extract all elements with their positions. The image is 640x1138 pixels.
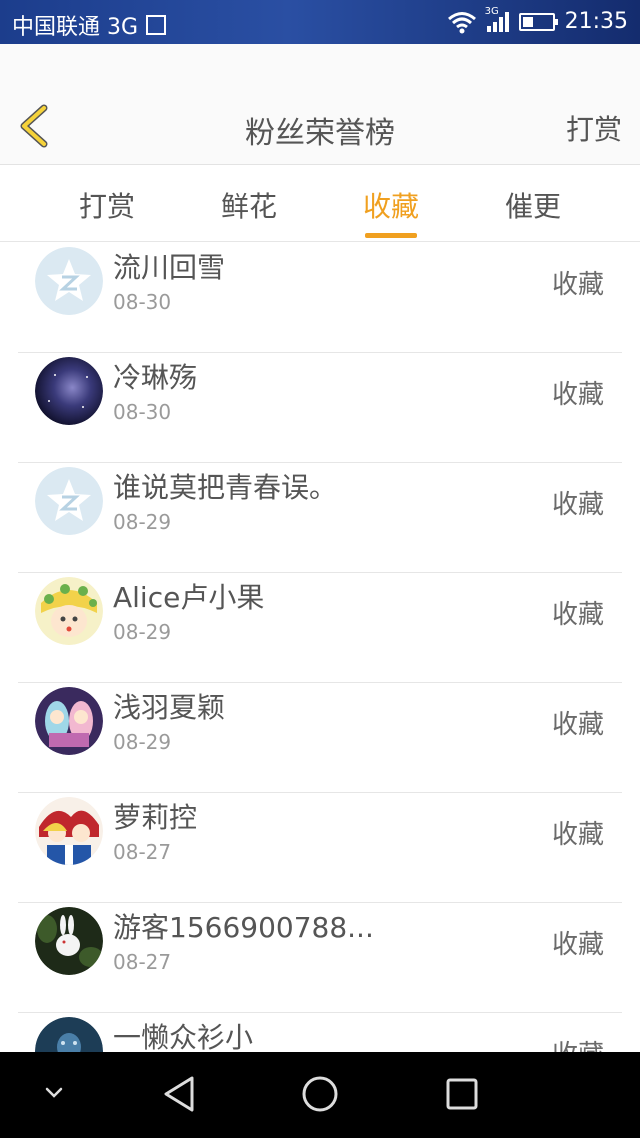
action-label: 收藏 xyxy=(551,380,604,410)
list-item[interactable]: 冷琳殇 08-30 收藏 xyxy=(18,352,622,463)
user-name: 浅羽夏颖 xyxy=(113,691,226,724)
dark-blue-avatar-icon xyxy=(35,1017,103,1052)
tab-favorites[interactable]: 收藏 xyxy=(331,185,451,238)
avatar[interactable] xyxy=(35,247,103,315)
page-title: 粉丝荣誉榜 xyxy=(245,116,395,151)
galaxy-avatar-icon xyxy=(35,357,103,425)
tab-flowers[interactable]: 鲜花 xyxy=(189,185,309,225)
app-header: 粉丝荣誉榜 打赏 xyxy=(0,44,640,165)
action-label: 收藏 xyxy=(551,930,604,960)
battery-icon xyxy=(518,12,558,31)
home-circle-icon[interactable] xyxy=(300,1072,340,1116)
list-item[interactable]: 一懒众衫小 收藏 xyxy=(18,1012,622,1052)
user-name: 一懒众衫小 xyxy=(113,1021,254,1052)
avatar[interactable] xyxy=(35,357,103,425)
status-right: 3G 21:35 xyxy=(447,6,628,34)
chevron-down-icon[interactable] xyxy=(42,1082,66,1102)
tab-urge-update[interactable]: 催更 xyxy=(473,185,593,225)
list-item[interactable]: 游客1566900788... 08-27 收藏 xyxy=(18,902,622,1013)
action-label: 收藏 xyxy=(551,490,604,520)
list-item[interactable]: 浅羽夏颖 08-29 收藏 xyxy=(18,682,622,793)
user-name: 萝莉控 xyxy=(113,801,198,834)
avatar[interactable] xyxy=(35,797,103,865)
qq-default-avatar-icon xyxy=(35,467,103,535)
clock: 21:35 xyxy=(564,9,628,34)
avatar[interactable] xyxy=(35,577,103,645)
avatar[interactable] xyxy=(35,687,103,755)
action-date: 08-29 xyxy=(113,620,172,644)
user-name: 谁说莫把青春误。 xyxy=(113,471,338,504)
system-nav-bar xyxy=(0,1052,640,1138)
list-item[interactable]: 流川回雪 08-30 收藏 xyxy=(18,242,622,353)
status-bar: 中国联通 3G 3G 21:35 xyxy=(0,0,640,44)
action-date: 08-29 xyxy=(113,510,172,534)
back-triangle-icon[interactable] xyxy=(160,1072,200,1116)
user-name: Alice卢小果 xyxy=(113,581,265,614)
action-label: 收藏 xyxy=(551,270,604,300)
action-date: 08-27 xyxy=(113,840,172,864)
tab-bar: 打赏 鲜花 收藏 催更 xyxy=(0,165,640,242)
user-name: 冷琳殇 xyxy=(113,361,198,394)
avatar[interactable] xyxy=(35,467,103,535)
avatar[interactable] xyxy=(35,907,103,975)
anime-pair-avatar-icon xyxy=(35,687,103,755)
action-date: 08-30 xyxy=(113,400,172,424)
action-label: 收藏 xyxy=(551,600,604,630)
action-label: 收藏 xyxy=(552,1034,604,1052)
image-notification-icon xyxy=(146,15,167,35)
user-name: 游客1566900788... xyxy=(113,911,374,944)
action-date: 08-27 xyxy=(113,950,172,974)
recents-square-icon[interactable] xyxy=(442,1072,482,1116)
user-name: 流川回雪 xyxy=(113,251,226,284)
list-item[interactable]: 萝莉控 08-27 收藏 xyxy=(18,792,622,903)
anime-avatar-icon xyxy=(35,577,103,645)
wifi-icon xyxy=(447,11,476,33)
action-label: 收藏 xyxy=(551,710,604,740)
qq-default-avatar-icon xyxy=(35,247,103,315)
list-item[interactable]: 谁说莫把青春误。 08-29 收藏 xyxy=(18,462,622,573)
fan-list: 流川回雪 08-30 收藏 冷琳殇 08-30 收藏 谁说莫把青春误。 08-2… xyxy=(0,242,640,1052)
cellular-signal: 3G xyxy=(485,6,509,32)
avatar[interactable] xyxy=(35,1017,103,1052)
status-left: 中国联通 3G xyxy=(12,9,167,41)
carrier-label: 中国联通 3G xyxy=(12,15,139,40)
list-item[interactable]: Alice卢小果 08-29 收藏 xyxy=(18,572,622,683)
rabbit-avatar-icon xyxy=(35,907,103,975)
action-label: 收藏 xyxy=(551,820,604,850)
reward-button[interactable]: 打赏 xyxy=(566,108,622,148)
tab-reward[interactable]: 打赏 xyxy=(47,185,167,225)
anime-red-avatar-icon xyxy=(35,797,103,865)
battery-fill xyxy=(522,16,533,27)
network-type-label: 3G xyxy=(484,5,499,17)
action-date: 08-30 xyxy=(113,290,172,314)
action-date: 08-29 xyxy=(113,730,172,754)
